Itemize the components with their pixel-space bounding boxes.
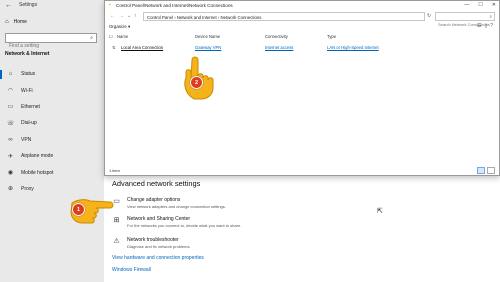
column-header-connectivity[interactable]: Connectivity [265, 34, 288, 39]
column-header-name[interactable]: Name [117, 34, 128, 39]
phone-icon: ☏ [7, 120, 15, 127]
select-all-checkbox[interactable]: ☐ [109, 34, 113, 39]
sidebar-item-wifi[interactable]: ◠ Wi-Fi [0, 82, 104, 98]
search-icon[interactable]: ⌕ [489, 14, 492, 19]
connection-connectivity[interactable]: Internet access [265, 45, 293, 50]
airplane-icon: ✈ [7, 153, 14, 160]
option-title: Network and Sharing Center [127, 216, 191, 222]
connection-device[interactable]: Gateway VPN [195, 45, 221, 50]
sidebar-item-status[interactable]: ⌂ Status [0, 66, 104, 82]
sidebar-item-label: Proxy [21, 185, 34, 192]
change-adapter-options-button[interactable]: ▭ Change adapter options View network ad… [112, 197, 226, 209]
network-troubleshooter-button[interactable]: ⚠ Network troubleshooter Diagnose and fi… [112, 237, 191, 249]
hotspot-icon: ◉ [7, 170, 14, 177]
sidebar-item-dialup[interactable]: ☏ Dial-up [0, 115, 104, 131]
column-headers: ☐ Name Device Name Connectivity Type [105, 32, 499, 41]
settings-search-input[interactable] [6, 41, 92, 51]
mouse-cursor-icon: ⇱ [377, 208, 383, 215]
large-icons-view-icon[interactable] [487, 167, 495, 174]
back-arrow-icon[interactable]: ← [5, 2, 12, 9]
option-description: View network adapters and change connect… [127, 204, 226, 209]
refresh-icon[interactable]: ↻ [427, 13, 431, 19]
connection-type[interactable]: LAN or High-Speed Internet [327, 45, 379, 50]
step-marker-2: 2 [190, 76, 203, 89]
column-header-type[interactable]: Type [327, 34, 336, 39]
forward-icon[interactable]: → [119, 13, 124, 19]
toolbar: Organize ▾ ☰ ▯ ? [105, 23, 499, 31]
window-title: Control Panel\Network and Internet\Netwo… [116, 3, 233, 8]
ethernet-icon: ▭ [7, 104, 14, 111]
app-title: Settings [19, 2, 38, 8]
network-sharing-center-button[interactable]: ⊞ Network and Sharing Center For the net… [112, 216, 242, 228]
status-bar-count: 1 item [109, 168, 120, 173]
help-icon[interactable]: ? [490, 23, 493, 29]
option-description: For the networks you connect to, decide … [127, 223, 242, 228]
connections-search-box[interactable]: ⌕ [435, 12, 495, 29]
close-icon[interactable]: ✕ [492, 2, 496, 8]
column-header-device[interactable]: Device Name [195, 34, 220, 39]
window-controls: — ☐ ✕ [464, 2, 496, 8]
sidebar-item-label: Airplane mode [21, 153, 54, 160]
network-adapter-icon: ⇅ [112, 45, 116, 50]
sidebar-item-label: Status [21, 71, 36, 78]
sidebar-item-vpn[interactable]: ∞ VPN [0, 132, 104, 148]
back-icon[interactable]: ← [110, 13, 115, 19]
home-icon: ⌂ [8, 71, 13, 78]
status-view-buttons [477, 167, 495, 174]
settings-sidebar: ← Settings ⌂ Home ⌕ Network & Internet ⌂… [0, 0, 104, 282]
folder-icon: ▪ [109, 2, 111, 8]
wifi-icon: ◠ [7, 88, 14, 95]
maximize-icon[interactable]: ☐ [478, 2, 482, 8]
sidebar-item-airplane-mode[interactable]: ✈ Airplane mode [0, 148, 104, 164]
sidebar-item-label: Ethernet [21, 103, 40, 110]
view-options: ☰ ▯ ? [477, 23, 493, 29]
up-icon[interactable]: ↑ [134, 13, 137, 19]
connections-list: ☐ Name Device Name Connectivity Type ⇅ L… [105, 32, 499, 52]
section-header: Network & Internet [5, 51, 50, 57]
window-titlebar: ▪ Control Panel\Network and Internet\Net… [105, 1, 499, 11]
minimize-icon[interactable]: — [464, 2, 469, 8]
option-title: Network troubleshooter [127, 237, 179, 243]
view-options-icon[interactable]: ☰ [477, 23, 481, 29]
network-connections-window: ▪ Control Panel\Network and Internet\Net… [104, 0, 500, 176]
option-title: Change adapter options [127, 197, 181, 203]
vpn-icon: ∞ [8, 136, 13, 143]
step-marker-1: 1 [72, 203, 85, 216]
sidebar-item-mobile-hotspot[interactable]: ◉ Mobile hotspot [0, 164, 104, 180]
details-view-icon[interactable] [477, 167, 485, 174]
sidebar-item-label: Mobile hotspot [21, 169, 54, 176]
windows-firewall-link[interactable]: Windows Firewall [112, 267, 151, 273]
connection-name[interactable]: Local Area Connection [121, 45, 163, 50]
sidebar-item-label: VPN [21, 136, 32, 143]
sidebar-item-label: Dial-up [21, 120, 37, 127]
settings-nav: ⌂ Status ◠ Wi-Fi ▭ Ethernet ☏ Dial-up ∞ … [0, 66, 104, 197]
recent-locations-icon[interactable]: ⌄ [127, 13, 131, 19]
connection-row[interactable]: ⇅ Local Area Connection Gateway VPN Inte… [105, 43, 499, 52]
sidebar-item-label: Wi-Fi [21, 87, 33, 94]
globe-icon: ⊕ [7, 186, 14, 193]
option-description: Diagnose and fix network problems. [127, 244, 191, 249]
search-icon[interactable]: ⌕ [90, 35, 93, 41]
sidebar-item-ethernet[interactable]: ▭ Ethernet [0, 99, 104, 115]
home-icon: ⌂ [5, 19, 9, 25]
warning-icon: ⚠ [113, 238, 120, 245]
home-label: Home [13, 19, 27, 25]
address-bar-row: ← → ⌄ ↑ Control Panel › Network and Inte… [105, 12, 499, 29]
preview-pane-icon[interactable]: ▯ [484, 23, 487, 29]
view-hardware-properties-link[interactable]: View hardware and connection properties [112, 255, 204, 261]
settings-search-box[interactable]: ⌕ [5, 33, 97, 51]
advanced-network-settings-heading: Advanced network settings [112, 179, 201, 188]
organize-menu-button[interactable]: Organize ▾ [109, 24, 130, 30]
home-nav-item[interactable]: ⌂ Home [5, 19, 27, 25]
address-bar[interactable]: Control Panel › Network and Internet › N… [143, 12, 425, 21]
